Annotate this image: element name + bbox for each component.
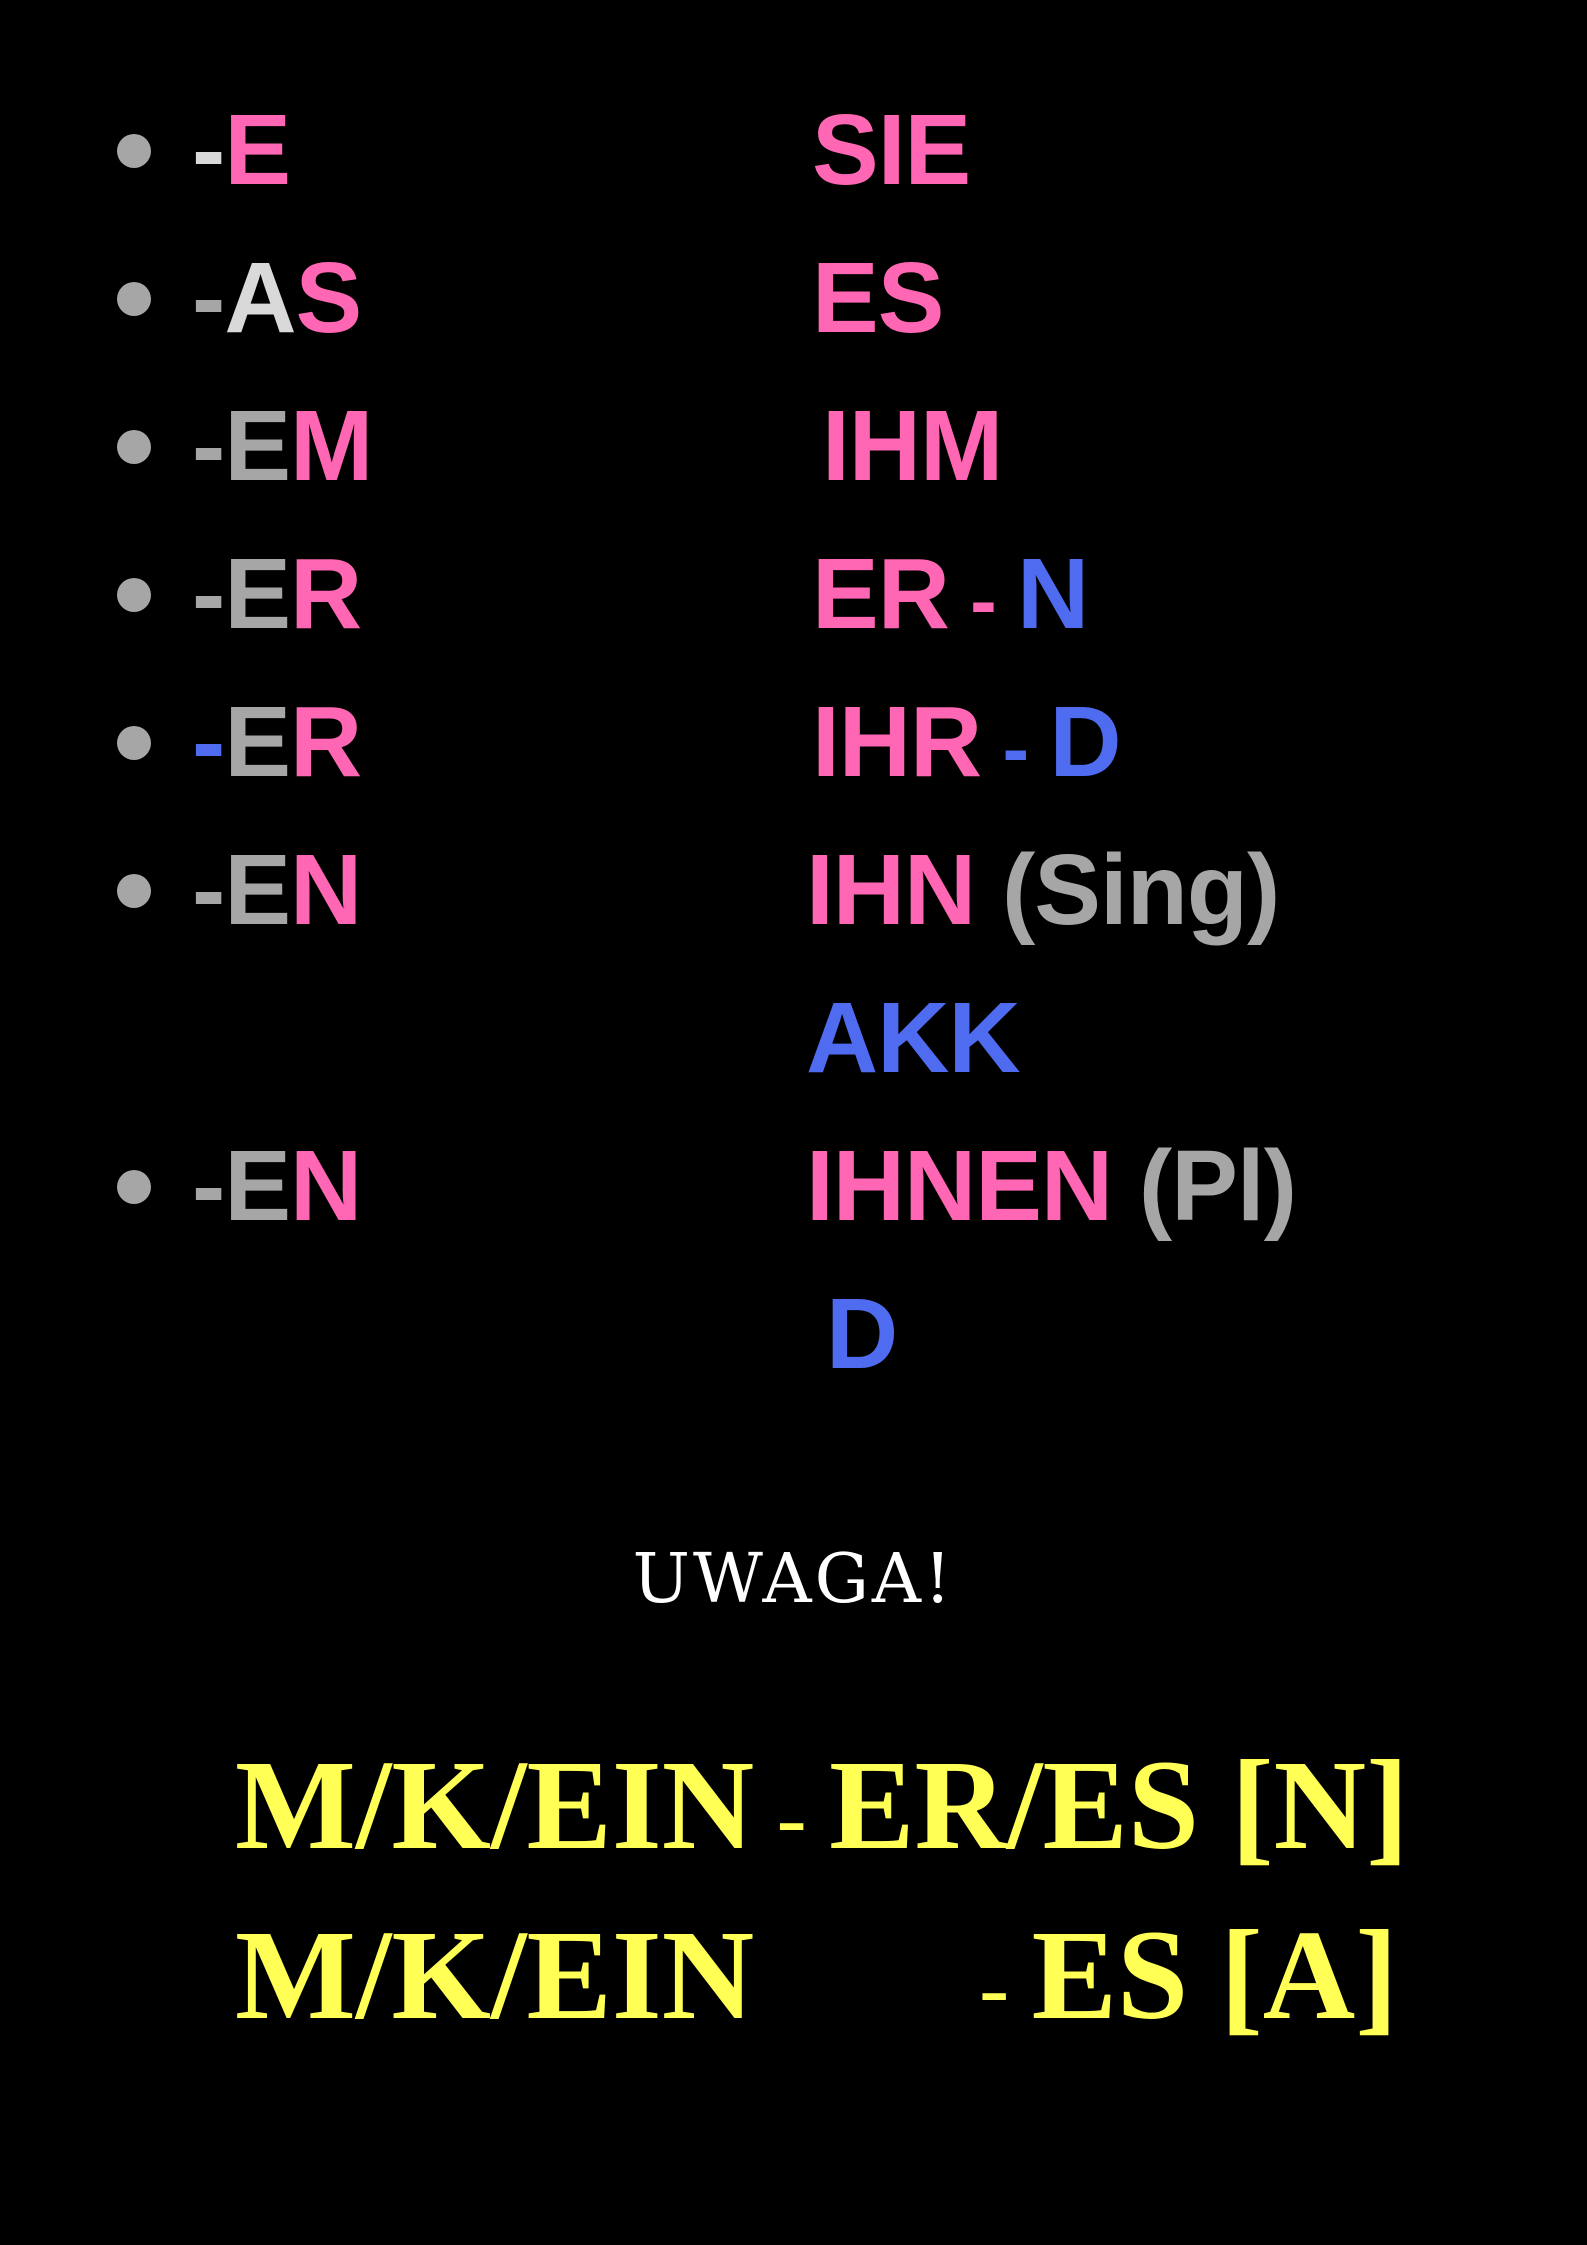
uwaga-heading: UWAGA! [632, 1540, 955, 1619]
formula-dash: - [754, 1769, 830, 1868]
suffix-part: E [224, 390, 291, 502]
bullet-icon [117, 430, 151, 464]
suffix-part: E [224, 686, 291, 798]
pronoun-part: ER [812, 538, 950, 650]
suffix-part: S [295, 242, 363, 354]
ending-row-3: -EM IHM [0, 386, 1587, 506]
pronoun-separator: - [981, 704, 1050, 793]
bullet-icon [117, 1170, 151, 1204]
ending-row-5: -ER IHR - D [0, 682, 1587, 802]
pronoun: SIE [812, 90, 971, 210]
bullet-icon [117, 874, 151, 908]
pronoun-part: ES [812, 242, 944, 354]
pronoun-note: (Pl) [1112, 1130, 1297, 1242]
ending-suffix: -ER [192, 534, 362, 654]
ending-suffix: -E [192, 90, 291, 210]
case-label-row: AKK [0, 978, 1587, 1098]
ending-row-7: -EN IHNEN (Pl) [0, 1126, 1587, 1246]
formula-dash: - [979, 1939, 1032, 2038]
ending-row-1: -E SIE [0, 90, 1587, 210]
suffix-part: E [224, 538, 291, 650]
case-label-text: D [826, 1278, 898, 1390]
case-label-row: D [0, 1274, 1587, 1394]
suffix-part: - [192, 686, 225, 798]
ending-suffix: -EM [192, 386, 373, 506]
suffix-part: M [290, 390, 373, 502]
formula-ending: ES [A] [1031, 1904, 1398, 2046]
pronoun-part: IHN [806, 834, 976, 946]
ending-suffix: -AS [192, 238, 363, 358]
suffix-part: E [224, 1130, 291, 1242]
case-label: D [826, 1274, 898, 1394]
formula-article: M/K/EIN [235, 1904, 755, 2046]
case-label-text: AKK [806, 982, 1021, 1094]
pronoun: IHM [822, 386, 1003, 506]
ending-suffix: -EN [192, 830, 362, 950]
bullet-icon [117, 134, 151, 168]
suffix-part: - [192, 94, 225, 206]
suffix-part: R [290, 538, 362, 650]
pronoun: IHN (Sing) [806, 830, 1280, 950]
bullet-icon [117, 282, 151, 316]
ending-suffix: -ER [192, 682, 362, 802]
pronoun: ER - N [812, 534, 1089, 661]
ending-row-2: -AS ES [0, 238, 1587, 358]
pronoun: ES [812, 238, 944, 358]
pronoun: IHNEN (Pl) [806, 1126, 1297, 1246]
suffix-part: E [224, 834, 291, 946]
pronoun-note: (Sing) [975, 834, 1280, 946]
suffix-part: E [224, 94, 291, 206]
bullet-icon [117, 726, 151, 760]
suffix-part: - [192, 1130, 225, 1242]
pronoun: IHR - D [812, 682, 1122, 809]
suffix-part: N [290, 834, 362, 946]
formula-ending: ER/ES [N] [829, 1734, 1409, 1876]
suffix-part: - [192, 538, 225, 650]
ending-row-6: -EN IHN (Sing) [0, 830, 1587, 950]
case-label: AKK [806, 978, 1021, 1098]
suffix-part: A [224, 242, 296, 354]
ending-row-4: -ER ER - N [0, 534, 1587, 654]
pronoun-part: SIE [812, 94, 971, 206]
pronoun-part: D [1049, 686, 1121, 798]
formula-line-2: M/K/EIN - ES [A] [235, 1900, 1398, 2064]
pronoun-part: IHR [812, 686, 982, 798]
suffix-part: N [290, 1130, 362, 1242]
suffix-part: - [192, 390, 225, 502]
pronoun-part: N [1017, 538, 1089, 650]
formula-article: M/K/EIN [235, 1734, 755, 1876]
suffix-part: - [192, 834, 225, 946]
ending-suffix: -EN [192, 1126, 362, 1246]
pronoun-part: IHNEN [806, 1130, 1113, 1242]
pronoun-part: IHM [822, 390, 1003, 502]
suffix-part: - [192, 242, 225, 354]
formula-line-1: M/K/EIN - ER/ES [N] [235, 1730, 1409, 1894]
suffix-part: R [290, 686, 362, 798]
bullet-icon [117, 578, 151, 612]
pronoun-separator: - [948, 556, 1018, 645]
